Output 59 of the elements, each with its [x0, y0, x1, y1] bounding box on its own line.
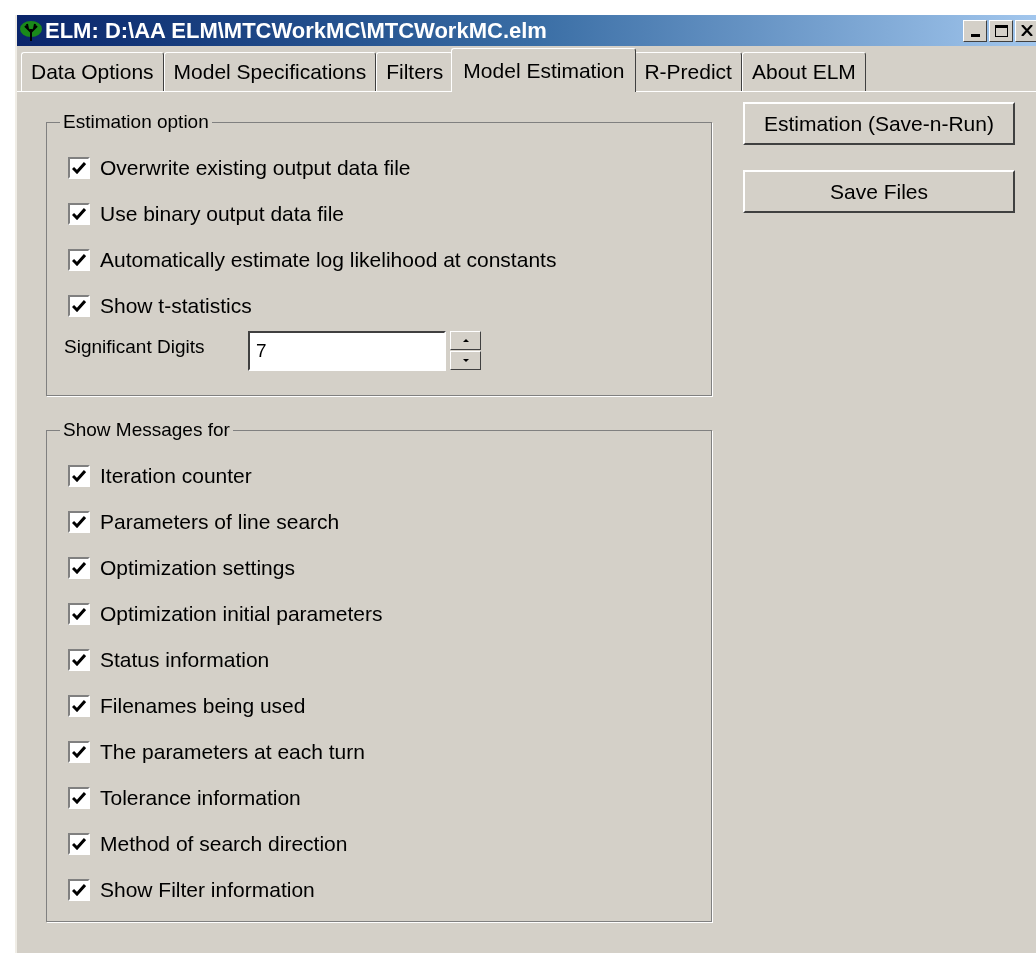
checkbox[interactable] — [68, 649, 90, 671]
tab[interactable]: Model Estimation — [451, 48, 637, 92]
check-icon — [72, 300, 86, 312]
check-icon — [72, 608, 86, 620]
checkbox[interactable] — [68, 511, 90, 533]
checkbox-label: The parameters at each turn — [100, 739, 365, 766]
checkbox-label: Automatically estimate log likelihood at constants — [100, 247, 557, 274]
check-icon — [72, 654, 86, 666]
checkbox[interactable] — [68, 787, 90, 809]
check-icon — [72, 208, 86, 220]
tab[interactable]: R-Predict — [634, 52, 742, 91]
checkbox[interactable] — [68, 879, 90, 901]
tab[interactable]: Data Options — [21, 52, 164, 91]
checkbox[interactable] — [68, 295, 90, 317]
action-button[interactable]: Save Files — [743, 170, 1015, 213]
tab[interactable]: Filters — [376, 52, 454, 91]
checkbox-label: Method of search direction — [100, 831, 348, 858]
check-icon — [72, 746, 86, 758]
checkbox-label: Filenames being used — [100, 693, 306, 720]
check-icon — [72, 254, 86, 266]
checkbox-label: Iteration counter — [100, 463, 252, 490]
tab[interactable]: About ELM — [741, 52, 866, 91]
action-button[interactable]: Estimation (Save-n-Run) — [743, 102, 1015, 145]
check-icon — [72, 884, 86, 896]
checkbox[interactable] — [68, 157, 90, 179]
checkbox[interactable] — [68, 833, 90, 855]
checkbox-label: Show Filter information — [100, 877, 315, 904]
checkbox-label: Use binary output data file — [100, 201, 344, 228]
check-icon — [72, 792, 86, 804]
check-icon — [72, 700, 86, 712]
checkbox[interactable] — [68, 203, 90, 225]
checkbox-label: Overwrite existing output data file — [100, 155, 411, 182]
maximize-button[interactable] — [989, 19, 1013, 42]
checkbox[interactable] — [68, 695, 90, 717]
window-title: ELM: D:\AA ELM\MTCWorkMC\MTCWorkMC.elm — [45, 17, 547, 45]
checkbox-label: Show t-statistics — [100, 293, 252, 320]
checkbox-label: Optimization settings — [100, 555, 295, 582]
close-button[interactable] — [1015, 19, 1036, 42]
tree-icon — [19, 19, 43, 42]
checkbox-label: Optimization initial parameters — [100, 601, 383, 628]
checkbox-label: Parameters of line search — [100, 509, 340, 536]
check-icon — [72, 470, 86, 482]
checkbox[interactable] — [68, 465, 90, 487]
checkbox[interactable] — [68, 249, 90, 271]
minimize-button[interactable] — [963, 19, 987, 42]
checkbox-label: Status information — [100, 647, 270, 674]
check-icon — [72, 562, 86, 574]
checkbox-label: Tolerance information — [100, 785, 301, 812]
tab[interactable]: Model Specifications — [163, 52, 377, 91]
check-icon — [72, 838, 86, 850]
spin-button[interactable] — [450, 331, 481, 370]
check-icon — [72, 516, 86, 528]
close-icon — [1021, 25, 1033, 36]
checkbox[interactable] — [68, 741, 90, 763]
check-icon — [72, 162, 86, 174]
significant-digits-label: Significant Digits — [64, 335, 206, 359]
significant-digits-field[interactable]: 7 — [248, 331, 446, 371]
checkbox[interactable] — [68, 603, 90, 625]
checkbox[interactable] — [68, 557, 90, 579]
